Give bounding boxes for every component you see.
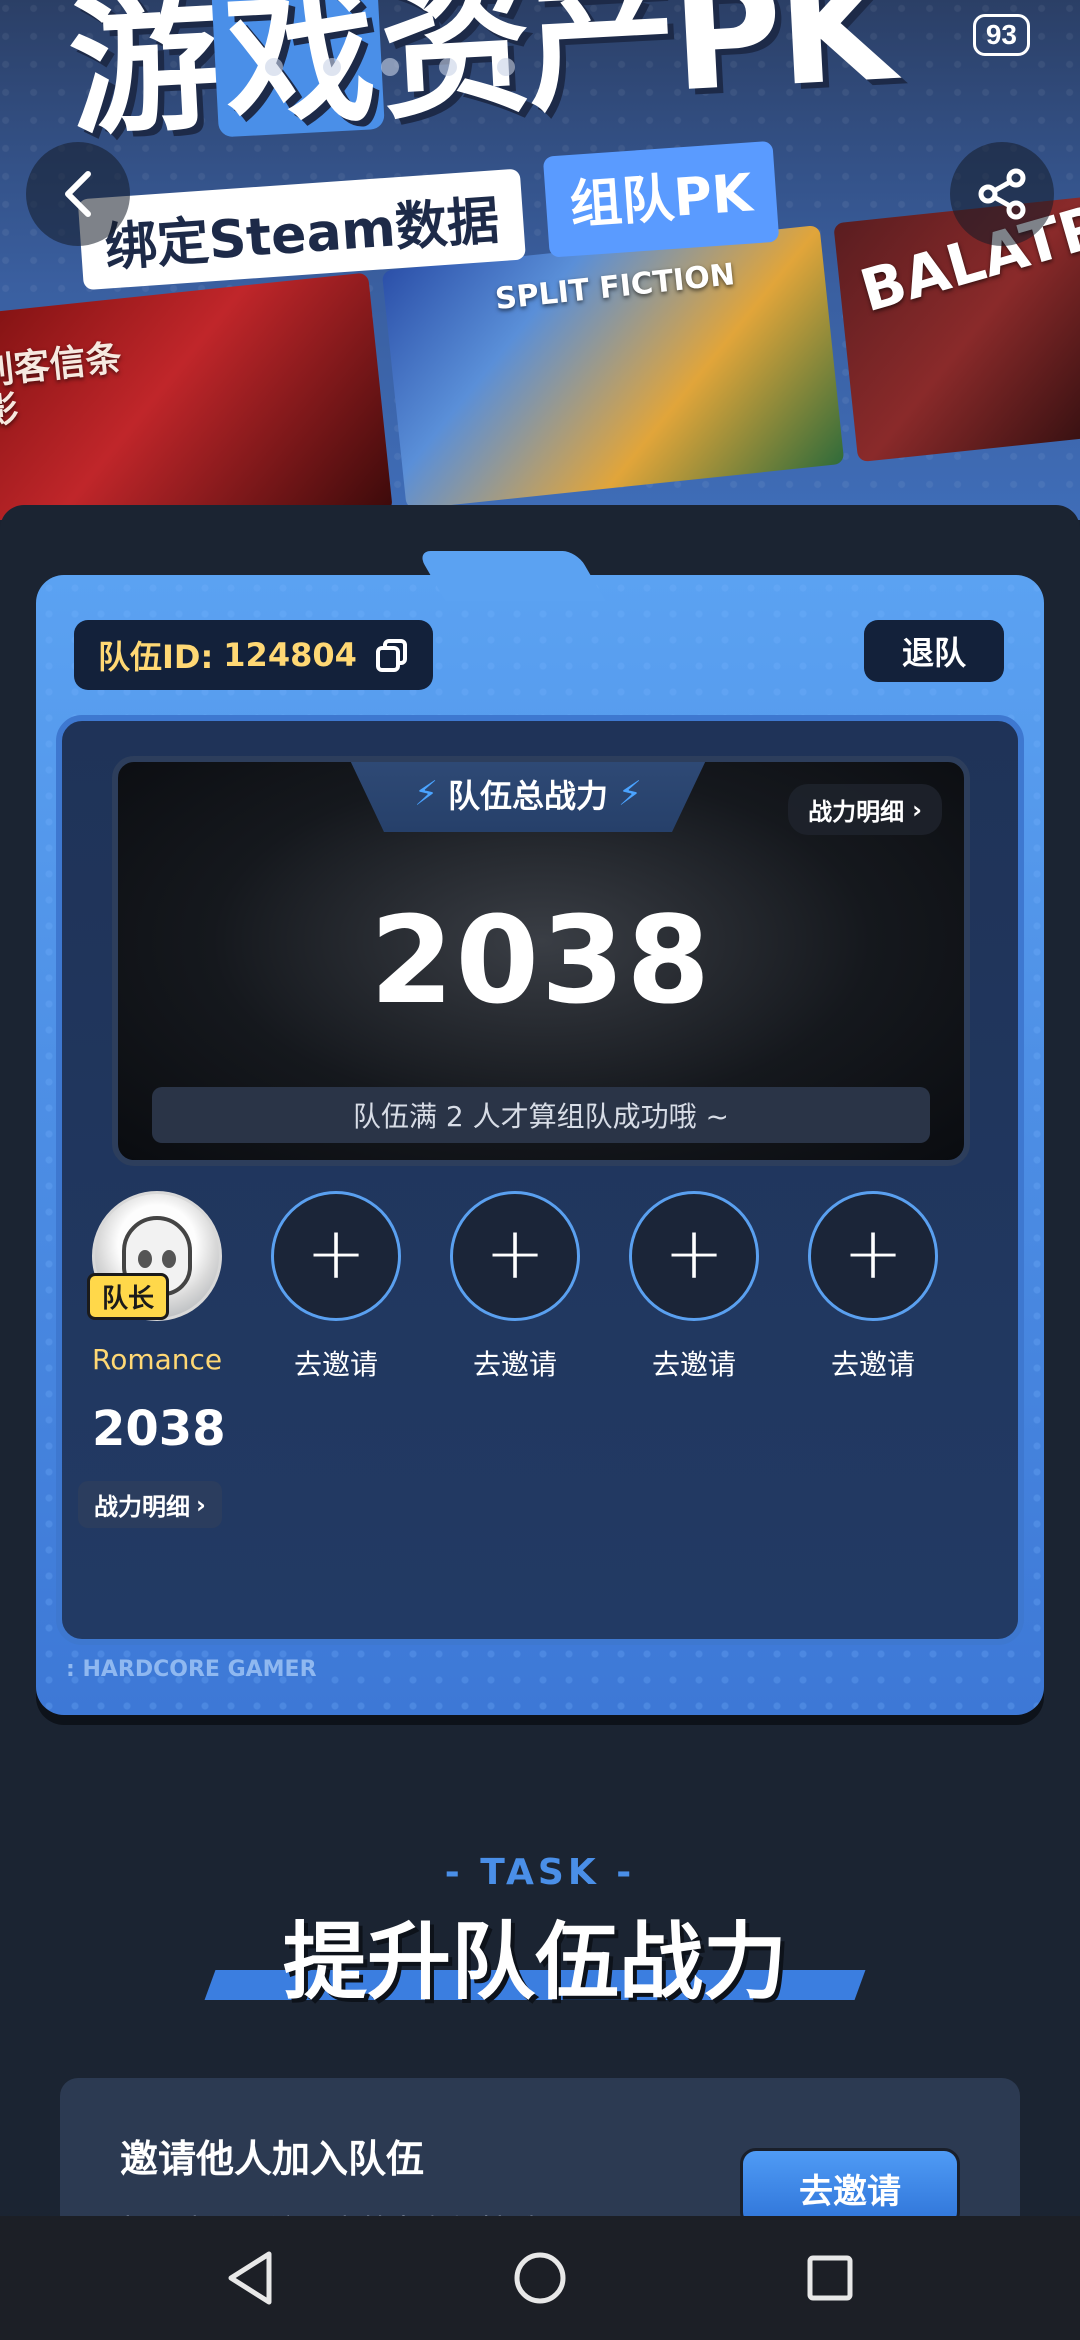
plus-icon: + [663, 1211, 725, 1295]
back-arrow-icon [65, 171, 91, 217]
chevron-right-icon: › [196, 1490, 206, 1519]
member-slot-invite[interactable]: + 去邀请 [629, 1191, 759, 1383]
team-note: 队伍满 2 人才算组队成功哦 ~ [152, 1087, 930, 1143]
plus-icon: + [484, 1211, 546, 1295]
captain-badge: 队长 [87, 1273, 170, 1320]
nav-recents-button[interactable] [800, 2248, 860, 2308]
invite-circle[interactable]: + [808, 1191, 938, 1321]
power-header: ⚡ 队伍总战力 ⚡ [348, 762, 708, 832]
share-button[interactable] [950, 142, 1054, 246]
share-icon [978, 168, 1026, 220]
nav-back-button[interactable] [220, 2248, 280, 2308]
team-id-label: 队伍ID: [98, 638, 214, 676]
hero-subtitle-pk: 组队PK [542, 140, 780, 258]
battery-indicator: 93 [972, 14, 1030, 56]
plus-icon: + [842, 1211, 904, 1295]
hero-banner: 刺客信条 影 SPLIT FICTION BALATRO 游戏资产PK 绑定St… [0, 0, 1080, 520]
lightning-icon: ⚡ [618, 774, 642, 814]
poster-assassins-creed: 刺客信条 影 [0, 272, 393, 520]
back-button[interactable] [26, 142, 130, 246]
power-detail-link[interactable]: 战力明细 › [788, 784, 942, 835]
member-score: 2038 [92, 1401, 226, 1457]
member-name: Romance [92, 1343, 223, 1376]
task-card-title: 邀请他人加入队伍 [120, 2137, 425, 2181]
system-nav-bar [0, 2216, 1080, 2340]
notification-icons [265, 58, 515, 76]
plus-icon: + [305, 1211, 367, 1295]
brand-tag: : HARDCORE GAMER [66, 1657, 317, 1682]
poster-title: 刺客信条 影 [0, 336, 124, 433]
nav-home-button[interactable] [510, 2248, 570, 2308]
member-detail-label: 战力明细 [94, 1493, 190, 1521]
invite-label[interactable]: 去邀请 [271, 1343, 401, 1383]
invite-circle[interactable]: + [450, 1191, 580, 1321]
copy-icon[interactable] [375, 638, 409, 672]
circle-home-icon [514, 2252, 566, 2304]
task-title: 提升队伍战力 [282, 1913, 787, 2011]
invite-label[interactable]: 去邀请 [629, 1343, 759, 1383]
quit-team-button[interactable]: 退队 [864, 620, 1004, 682]
task-title-block: 提升队伍战力 [204, 1895, 866, 2015]
avatar[interactable]: 队长 [87, 1191, 222, 1321]
invite-circle[interactable]: + [629, 1191, 759, 1321]
team-power-box: ⚡ 队伍总战力 ⚡ 战力明细 › 2038 队伍满 2 人才算组队成功哦 ~ [112, 756, 970, 1166]
chevron-right-icon: › [912, 795, 922, 824]
triangle-back-icon [228, 2251, 272, 2305]
power-header-label: 队伍总战力 [447, 777, 608, 815]
poster-title: SPLIT FICTION [493, 257, 737, 318]
member-slot-invite[interactable]: + 去邀请 [808, 1191, 938, 1383]
team-id-chip[interactable]: 队伍ID: 124804 [74, 620, 433, 690]
lightning-icon: ⚡ [414, 774, 438, 814]
team-id-value: 124804 [223, 636, 357, 674]
team-card: 队伍ID: 124804 退队 ⚡ 队伍总战力 ⚡ 战力明细 › 2038 队伍… [36, 551, 1044, 1715]
power-detail-label: 战力明细 [808, 798, 905, 826]
app-root: 刺客信条 影 SPLIT FICTION BALATRO 游戏资产PK 绑定St… [0, 0, 1080, 2340]
member-power-detail-link[interactable]: 战力明细 › [78, 1481, 222, 1528]
member-slot-captain[interactable]: 队长 Romance 2038 战力明细 › [78, 1191, 226, 1528]
square-recents-icon [807, 2255, 853, 2301]
status-bar: 93 [0, 0, 1080, 80]
task-section-label: - TASK - [444, 1852, 636, 1893]
invite-circle[interactable]: + [271, 1191, 401, 1321]
member-slot-invite[interactable]: + 去邀请 [450, 1191, 580, 1383]
member-slot-invite[interactable]: + 去邀请 [271, 1191, 401, 1383]
poster-split-fiction: SPLIT FICTION [381, 224, 845, 510]
team-power-value: 2038 [370, 892, 712, 1031]
poster-balatro: BALATRO [833, 196, 1080, 463]
team-members: 队长 Romance 2038 战力明细 › + 去邀请 + 去邀请 + 去邀请… [78, 1191, 992, 1528]
team-inner-panel: ⚡ 队伍总战力 ⚡ 战力明细 › 2038 队伍满 2 人才算组队成功哦 ~ 队… [56, 715, 1024, 1645]
invite-label[interactable]: 去邀请 [808, 1343, 938, 1383]
invite-label[interactable]: 去邀请 [450, 1343, 580, 1383]
